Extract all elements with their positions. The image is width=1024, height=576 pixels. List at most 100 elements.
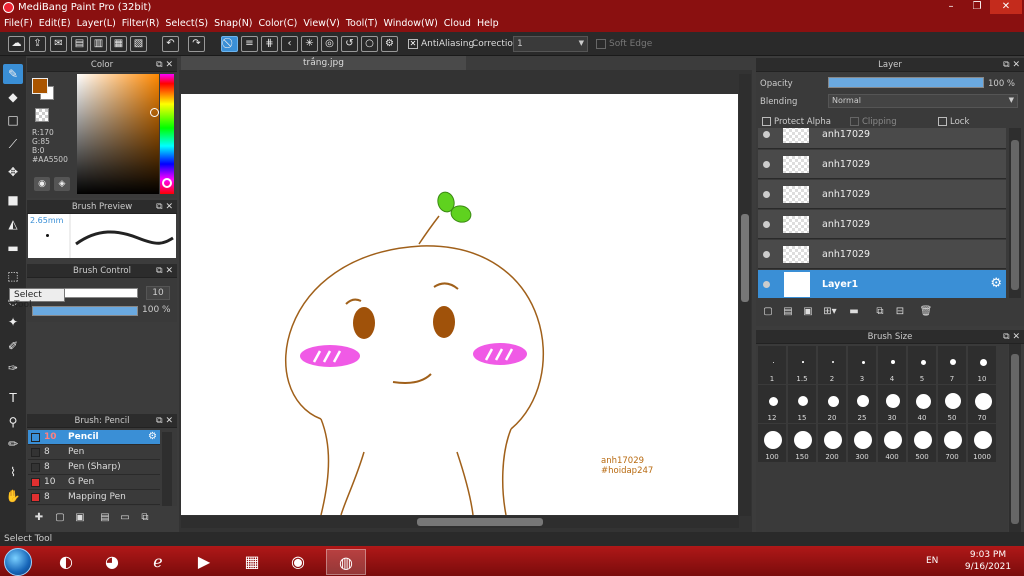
vanishing-snap-icon[interactable]: ‹ (281, 36, 298, 52)
drawing-canvas[interactable]: anh17029 #hoidap247 (181, 94, 738, 515)
medibang-taskbar-icon[interactable]: ◍ (326, 549, 366, 575)
canvas-horizontal-scrollbar[interactable] (181, 516, 739, 528)
comment-icon[interactable]: ✉ (50, 36, 67, 52)
brush-size-cell[interactable]: 200 (817, 423, 847, 463)
hue-slider[interactable] (160, 74, 174, 194)
lock-checkbox[interactable] (938, 117, 947, 126)
panel-controls-icon[interactable]: ⧉ ✕ (1003, 330, 1020, 344)
brush-size-cell[interactable]: 7 (937, 345, 967, 385)
select-pen-tool-icon[interactable]: ✐ (3, 336, 23, 356)
brush-folder-icon[interactable]: ▭ (117, 510, 133, 526)
ellipse-snap-icon[interactable]: ○ (361, 36, 378, 52)
fill-tool-icon[interactable]: ◭ (3, 214, 23, 234)
layer-row[interactable]: anh17029 (758, 240, 1006, 269)
document-tab[interactable]: trắng.jpg (181, 56, 466, 71)
layer-row[interactable]: anh17029 (758, 128, 1006, 149)
input-language[interactable]: EN (926, 556, 938, 566)
soft-edge-checkbox[interactable] (596, 39, 606, 49)
eye-icon[interactable] (763, 251, 770, 258)
layer-row[interactable]: anh17029 (758, 210, 1006, 239)
clipping-checkbox[interactable] (850, 117, 859, 126)
panel-controls-icon[interactable]: ⧉ ✕ (156, 200, 173, 214)
new-brush-icon[interactable]: ▢ (52, 510, 68, 526)
saturation-value-picker[interactable] (77, 74, 159, 194)
menu-filter[interactable]: Filter(R) (122, 16, 166, 32)
start-button[interactable] (4, 548, 32, 576)
brush-size-cell[interactable]: 5 (907, 345, 937, 385)
canvas-vertical-scrollbar[interactable] (739, 74, 751, 516)
redo-icon[interactable]: ↷ (188, 36, 205, 52)
brush-size-value[interactable]: 10 (146, 286, 170, 300)
brush-size-cell[interactable]: 12 (757, 384, 787, 424)
eye-icon[interactable] (763, 131, 770, 138)
eye-icon[interactable] (763, 281, 770, 288)
brush-size-cell[interactable]: 30 (877, 384, 907, 424)
brush-opacity-slider[interactable] (32, 306, 138, 316)
brush-size-cell[interactable]: 40 (907, 384, 937, 424)
scroll-thumb[interactable] (1011, 354, 1019, 524)
maximize-button[interactable]: ❐ (964, 0, 990, 14)
edge-icon[interactable]: ◐ (46, 549, 86, 575)
panel-controls-icon[interactable]: ⧉ ✕ (156, 264, 173, 278)
scroll-thumb[interactable] (417, 518, 543, 526)
text-tool-icon[interactable]: T (3, 388, 23, 408)
eye-icon[interactable] (763, 191, 770, 198)
layer-folder-icon[interactable]: ▬ (846, 304, 862, 320)
hue-marker[interactable] (162, 178, 172, 188)
menu-cloud[interactable]: Cloud (444, 16, 477, 32)
brush-size-cell[interactable]: 70 (967, 384, 997, 424)
transparent-color-swatch[interactable] (35, 108, 49, 122)
menu-window[interactable]: Window(W) (384, 16, 444, 32)
color-wheel-icon[interactable]: ◉ (34, 177, 50, 191)
layer-row[interactable]: anh17029 (758, 180, 1006, 209)
eye-icon[interactable] (763, 221, 770, 228)
hand-tool-icon[interactable]: ✋ (3, 486, 23, 506)
share-icon[interactable]: ⇪ (29, 36, 46, 52)
circle-snap-icon[interactable]: ◎ (321, 36, 338, 52)
clock-date[interactable]: 9/16/2021 (960, 562, 1016, 572)
cloud-icon[interactable]: ☁ (8, 36, 25, 52)
magic-wand-tool-icon[interactable]: ✦ (3, 312, 23, 332)
clock-time[interactable]: 9:03 PM (966, 550, 1010, 560)
file-explorer-icon[interactable]: ▦ (232, 549, 272, 575)
brush-size-cell[interactable]: 1000 (967, 423, 997, 463)
brush-size-cell[interactable]: 15 (787, 384, 817, 424)
brush-size-cell[interactable]: 400 (877, 423, 907, 463)
panel-controls-icon[interactable]: ⧉ ✕ (1003, 58, 1020, 72)
brush-size-cell[interactable]: 25 (847, 384, 877, 424)
radial-snap-icon[interactable]: ✳ (301, 36, 318, 52)
panel-controls-icon[interactable]: ⧉ ✕ (156, 58, 173, 72)
select-eraser-tool-icon[interactable]: ✑ (3, 358, 23, 378)
move-tool-icon[interactable]: ✥ (3, 162, 23, 182)
close-button[interactable]: ✕ (990, 0, 1022, 14)
brush-size-cell[interactable]: 2 (817, 345, 847, 385)
layer-row-active[interactable]: Layer1 ⚙ (758, 270, 1006, 298)
menu-snap[interactable]: Snap(N) (214, 16, 258, 32)
merge-layer-icon[interactable]: ⊟ (892, 304, 908, 320)
blur-tool-icon[interactable]: ⟋ (3, 134, 23, 154)
internet-explorer-icon[interactable]: ℯ (138, 549, 178, 575)
copy-brush-icon[interactable]: ▤ (97, 510, 113, 526)
divide-tool-icon[interactable]: ✏ (3, 434, 23, 454)
color-picker-marker[interactable] (150, 108, 159, 117)
undo-icon[interactable]: ↶ (162, 36, 179, 52)
brush-size-scrollbar[interactable] (1009, 344, 1021, 532)
duplicate-brush-icon[interactable]: ⧉ (137, 510, 153, 526)
page-icon[interactable]: ▥ (90, 36, 107, 52)
brush-size-cell[interactable]: 20 (817, 384, 847, 424)
cross-snap-icon[interactable]: ⋕ (261, 36, 278, 52)
brush-size-cell[interactable]: 300 (847, 423, 877, 463)
menu-edit[interactable]: Edit(E) (39, 16, 77, 32)
gradient-tool-icon[interactable]: ▬ (3, 238, 23, 258)
snap-settings-icon[interactable]: ⚙ (381, 36, 398, 52)
brush-list-scrollbar[interactable] (162, 432, 172, 506)
brush-item[interactable]: 8 Mapping Pen (28, 490, 160, 505)
scroll-thumb[interactable] (741, 214, 749, 302)
new-8bit-layer-icon[interactable]: ▣ (800, 304, 816, 320)
brush-size-cell[interactable]: 4 (877, 345, 907, 385)
gear-icon[interactable]: ⚙ (990, 276, 1002, 291)
media-player-icon[interactable]: ▶ (184, 549, 224, 575)
curve-snap-icon[interactable]: ↺ (341, 36, 358, 52)
protect-alpha-checkbox[interactable] (762, 117, 771, 126)
eyedropper-tool-icon[interactable]: ⌇ (3, 462, 23, 482)
